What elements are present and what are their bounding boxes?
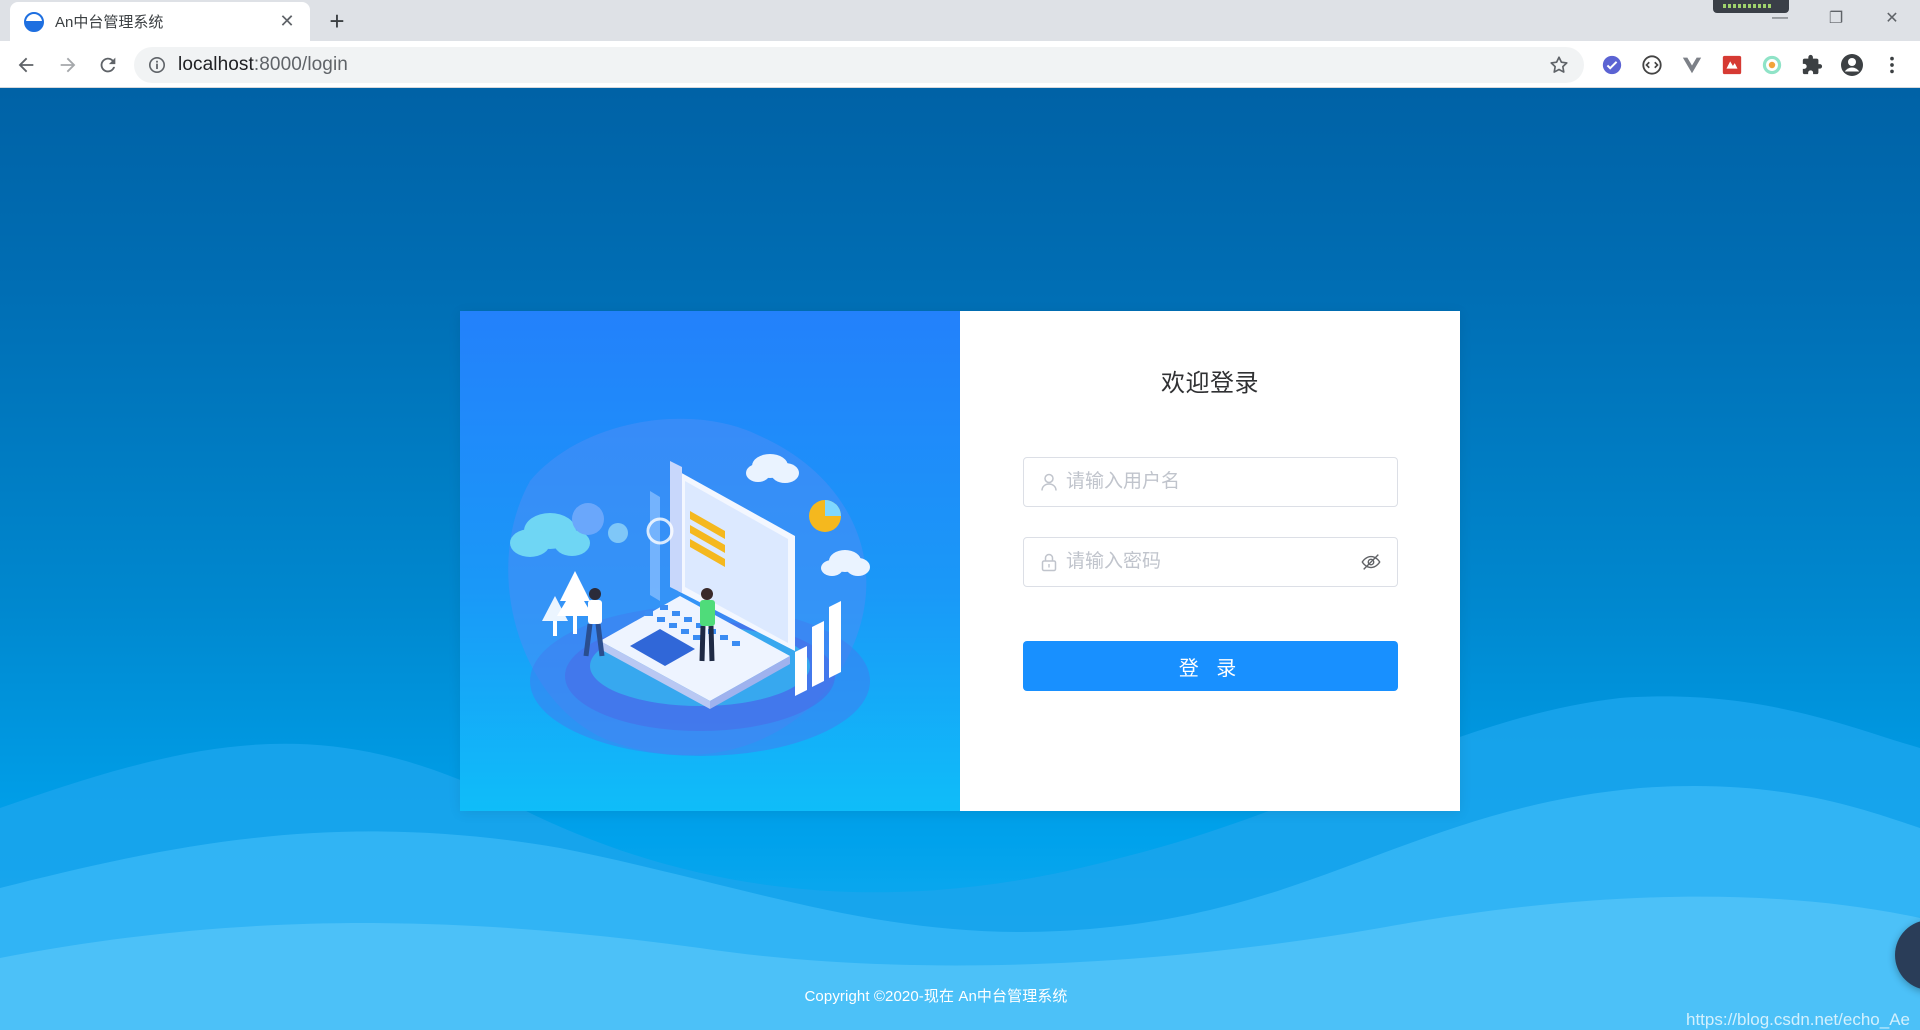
browser-tab-strip: An中台管理系统 ✕ + — ❐ ✕ [0, 0, 1920, 41]
login-title: 欢迎登录 [1161, 370, 1259, 397]
arrow-right-icon [60, 57, 76, 73]
address-url: localhost:8000/login [178, 54, 348, 76]
forward-button[interactable] [52, 49, 84, 81]
arrow-left-icon [18, 57, 34, 73]
extension-vue-icon[interactable] [1680, 53, 1704, 77]
browser-menu-icon[interactable] [1880, 53, 1904, 77]
login-page: 欢迎登录 登 录 Copyright ©2020-现在 An中台管理系统 htt… [0, 88, 1920, 1030]
tab-close-icon[interactable]: ✕ [276, 11, 298, 32]
watermark-text: https://blog.csdn.net/echo_Ae [1686, 1010, 1910, 1029]
login-card: 欢迎登录 登 录 [460, 311, 1460, 811]
laptop-illustration [508, 418, 870, 756]
extension-check-icon[interactable] [1600, 53, 1624, 77]
password-input[interactable] [1066, 539, 1359, 585]
password-field[interactable] [1023, 537, 1398, 587]
extension-target-icon[interactable] [1760, 53, 1784, 77]
username-field[interactable] [1023, 457, 1398, 507]
user-icon [1038, 471, 1060, 493]
login-button[interactable]: 登 录 [1023, 641, 1398, 691]
extension-code-icon[interactable] [1640, 53, 1664, 77]
window-controls: — ❐ ✕ [1752, 0, 1920, 36]
profile-avatar-icon[interactable] [1840, 53, 1864, 77]
browser-tab[interactable]: An中台管理系统 ✕ [10, 2, 310, 41]
extension-red-icon[interactable] [1720, 53, 1744, 77]
site-info-icon[interactable] [148, 56, 166, 74]
close-window-button[interactable]: ✕ [1864, 0, 1920, 36]
url-path: :8000/login [253, 54, 348, 75]
bookmark-star-icon[interactable] [1548, 54, 1570, 76]
site-favicon-icon [24, 11, 44, 32]
new-tab-button[interactable]: + [322, 7, 352, 37]
extensions-puzzle-icon[interactable] [1800, 53, 1824, 77]
address-bar[interactable]: localhost:8000/login [134, 47, 1584, 83]
restore-button[interactable]: ❐ [1808, 0, 1864, 36]
reload-icon [100, 57, 116, 73]
eye-off-icon[interactable] [1359, 550, 1383, 574]
login-form: 欢迎登录 登 录 [960, 311, 1460, 811]
url-host: localhost [178, 54, 254, 75]
minimize-button[interactable]: — [1752, 0, 1808, 36]
back-button[interactable] [10, 49, 42, 81]
username-input[interactable] [1066, 459, 1397, 505]
tab-title: An中台管理系统 [55, 14, 164, 31]
reload-button[interactable] [92, 49, 124, 81]
browser-toolbar: localhost:8000/login [0, 41, 1920, 88]
footer-copyright: Copyright ©2020-现在 An中台管理系统 [804, 988, 1068, 1005]
login-illustration [460, 311, 960, 811]
lock-icon [1038, 551, 1060, 573]
